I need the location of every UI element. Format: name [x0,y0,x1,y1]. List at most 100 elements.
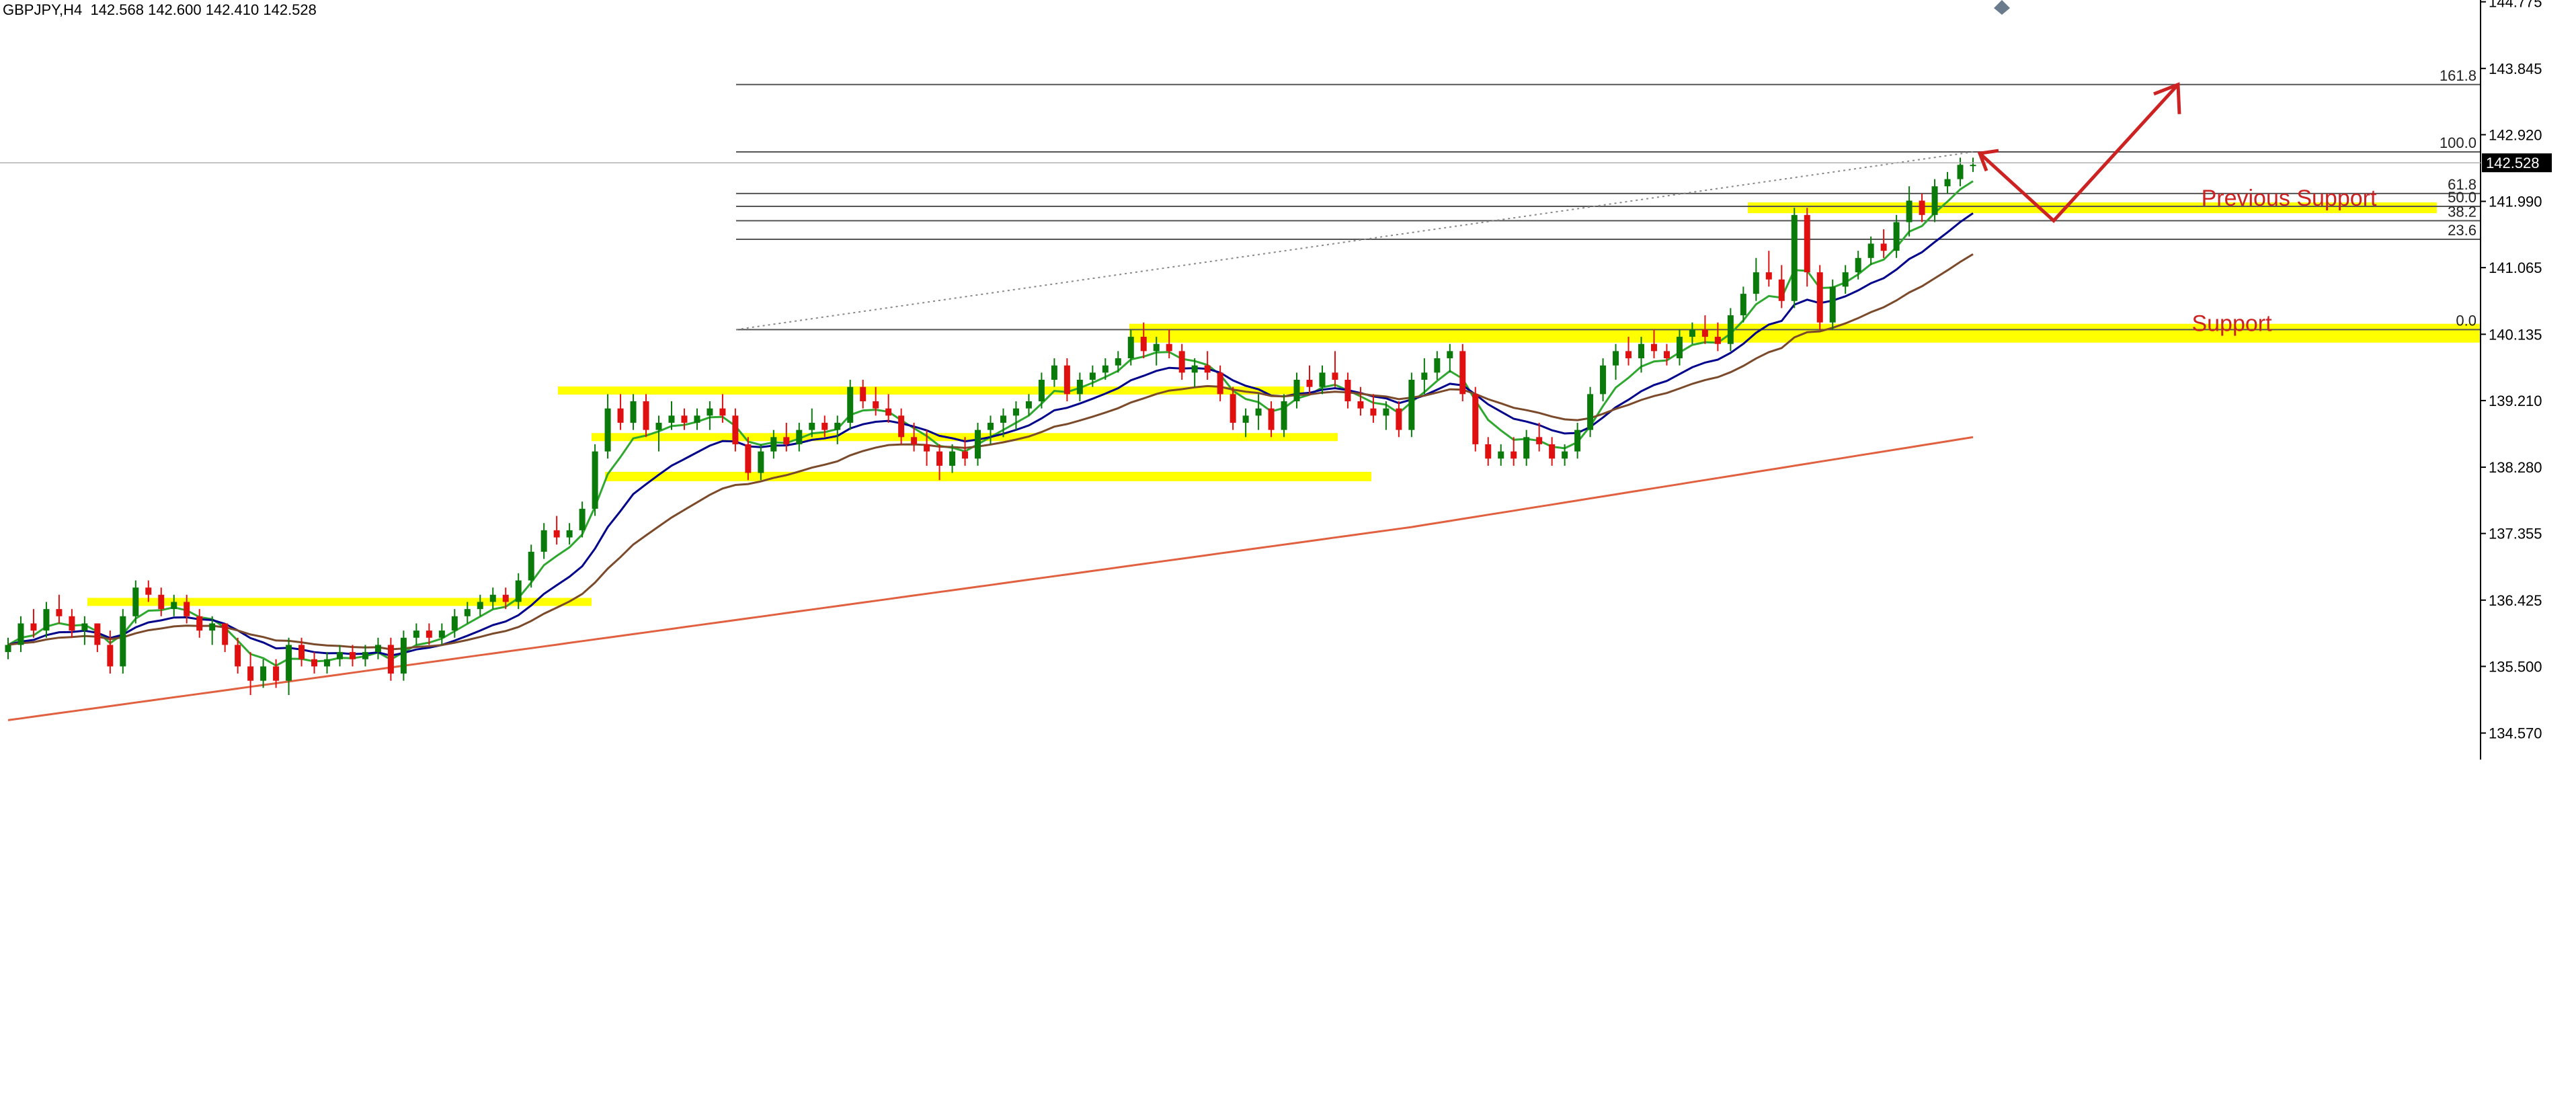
candle [975,422,981,466]
candle-body [311,659,318,667]
candle-body [745,444,752,473]
candle-body [1829,286,1836,323]
candle-body [540,530,547,552]
candle-body [783,437,790,444]
candle [1242,408,1249,438]
candle [43,602,50,638]
candle [69,609,75,638]
candle [1217,365,1223,401]
candle-body [1217,372,1223,395]
candle [1957,157,1964,187]
candle [1268,401,1275,438]
price-tick-label: 139.210 [2489,393,2542,409]
candle [438,623,445,645]
candle-body [1332,372,1338,380]
candle-body [235,645,241,667]
candle-body [247,666,254,681]
candle-body [387,645,394,674]
price-tick-label: 137.355 [2489,526,2542,542]
candle [1867,236,1874,266]
price-tick-label: 142.920 [2489,126,2542,143]
candle-body [413,630,419,638]
candle-body [286,645,292,681]
candle [885,394,892,423]
candle [1408,372,1415,438]
candle-body [681,415,688,423]
fib-trend-line [735,151,1974,331]
candle-body [860,386,867,401]
candle [196,609,203,638]
candle-body [209,623,216,631]
candle-body [464,609,471,616]
candle-body [30,623,37,631]
candle [413,623,419,645]
candle-body [1638,343,1645,359]
price-tick-label: 143.845 [2489,60,2542,77]
candle-body [324,659,331,667]
candle [1944,171,1951,194]
candle [1587,386,1594,438]
candle [1574,422,1581,459]
candle [643,394,649,438]
candle-body [1255,408,1262,416]
candle-body [1931,186,1938,215]
candle-body [579,508,586,530]
candle-body [5,645,11,653]
candle [630,394,637,430]
price-chart[interactable]: 161.8100.061.850.038.223.60.0 144.775143… [0,0,2576,1099]
candle [1421,358,1428,395]
candle-body [336,652,343,659]
candle-body [94,623,101,645]
candle-body [1357,401,1364,409]
price-tick-label: 144.775 [2489,0,2542,11]
candle-body [1396,408,1402,430]
candle [1893,214,1900,258]
candle [1485,437,1492,466]
candle [1523,430,1530,466]
candle [540,523,547,559]
candle-body [1600,365,1607,395]
candle-body [502,594,509,602]
candle-body [477,602,483,610]
candle-body [719,408,726,416]
candle [1178,343,1185,380]
candle [1498,444,1504,466]
candle [1829,279,1836,330]
candle-body [438,630,445,638]
price-tick-label: 140.135 [2489,326,2542,343]
candle [1434,351,1441,380]
candle-body [1166,343,1172,352]
candle-body [668,415,675,423]
candle [553,516,560,545]
candle [1357,386,1364,416]
candle [1204,351,1211,380]
candle-body [1268,408,1275,430]
candle [1063,358,1070,401]
candle [1919,193,1925,222]
candle-body [145,587,152,595]
candle [1076,372,1083,401]
candle [1600,358,1607,401]
candle [1549,437,1556,466]
candle-body [451,616,458,631]
candle-body [1485,444,1492,459]
candle [1753,257,1759,301]
candle [1051,358,1057,387]
candles-layer [5,157,1976,696]
candle [1293,372,1300,409]
candle-body [1472,394,1479,444]
candle-body [694,415,700,423]
candle-body [1625,351,1632,359]
candle-body [260,666,267,681]
candle [1765,251,1772,287]
candle-body [796,430,803,444]
candle [94,623,101,653]
candle [1447,343,1453,373]
candle-body [1893,222,1900,251]
candle-body [592,451,598,509]
candle-body [898,415,905,438]
candle-body [120,616,126,667]
candle-body [962,451,969,459]
candle [1778,265,1785,309]
candle-body [1051,365,1057,380]
